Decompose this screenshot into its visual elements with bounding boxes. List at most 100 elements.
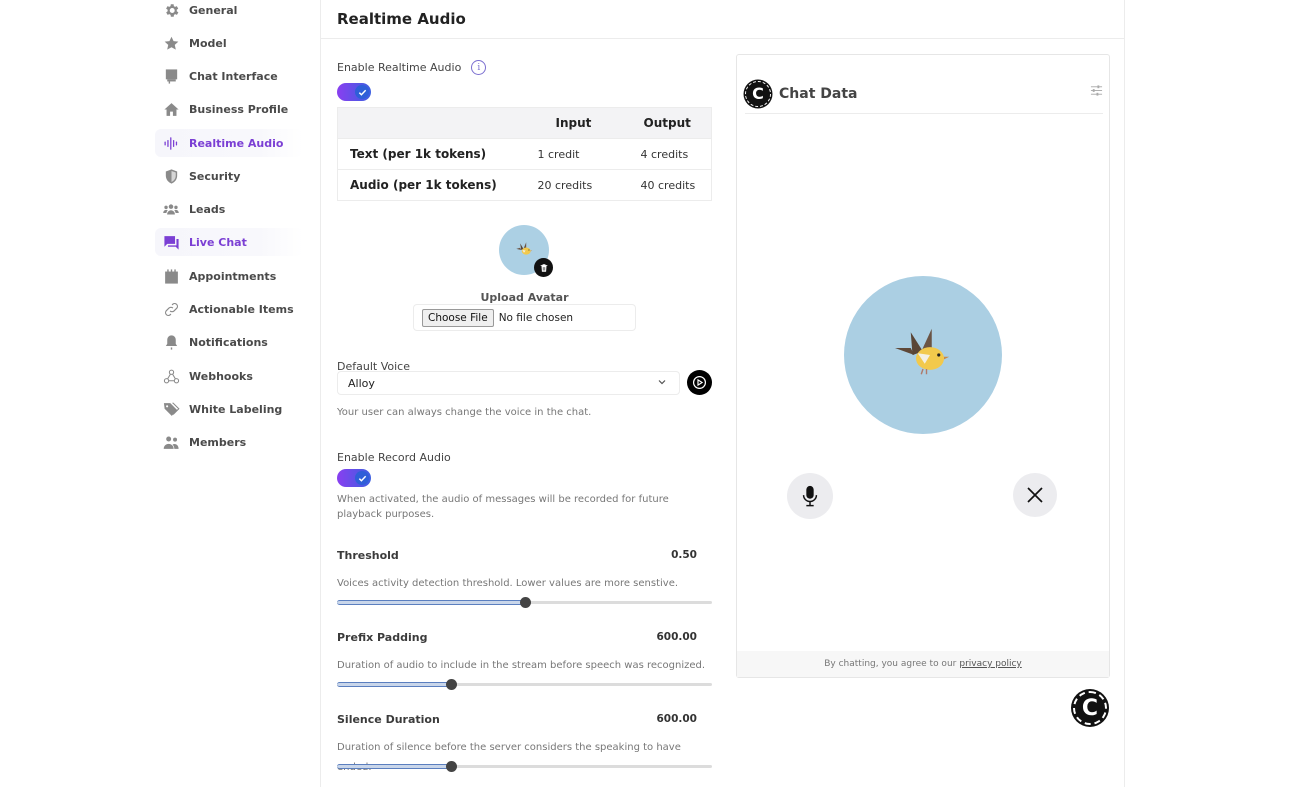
pricing-table: Input Output Text (per 1k tokens) 1 cred… [337, 107, 712, 201]
bird-icon [516, 242, 533, 255]
threshold-slider[interactable] [337, 596, 712, 608]
table-row: Audio (per 1k tokens) 20 credits 40 cred… [337, 169, 712, 201]
threshold-help: Voices activity detection threshold. Low… [337, 578, 679, 589]
sidebar-item-chat-interface[interactable]: Chat Interface [155, 62, 303, 90]
prefix-padding-row: Prefix Padding 600.00 [337, 631, 697, 644]
sidebar-item-appointments[interactable]: Appointments [155, 262, 303, 290]
sidebar-item-notifications[interactable]: Notifications [155, 328, 303, 356]
check-icon [355, 471, 369, 485]
sidebar-item-label: Leads [189, 202, 226, 216]
table-row: Text (per 1k tokens) 1 credit 4 credits [337, 138, 712, 170]
chat-title: Chat Data [779, 85, 858, 102]
webhook-icon [162, 367, 180, 385]
trash-icon [540, 263, 547, 272]
sidebar-item-leads[interactable]: Leads [155, 195, 303, 223]
users-icon [162, 200, 180, 218]
sidebar-item-label: Members [189, 435, 247, 449]
sidebar-item-label: Business Profile [189, 102, 289, 116]
threshold-label: Threshold [337, 549, 399, 562]
chat-preview-card: C Chat Data By chatting, you agree to ou… [736, 54, 1110, 678]
default-voice-select[interactable]: Alloy [337, 371, 680, 395]
enable-realtime-audio-label: Enable Realtime Audio [337, 61, 462, 74]
enable-record-audio-toggle[interactable] [337, 469, 371, 487]
slider-thumb[interactable] [446, 761, 458, 772]
link-icon [162, 300, 180, 318]
privacy-policy-link[interactable]: privacy policy [959, 659, 1021, 669]
avatar-file-input[interactable]: Choose File No file chosen [413, 304, 636, 331]
silence-duration-value: 600.00 [656, 713, 697, 725]
prefix-padding-help: Duration of audio to include in the stre… [337, 660, 706, 671]
sidebar-item-live-chat[interactable]: Live Chat [155, 228, 303, 256]
record-audio-help: When activated, the audio of messages wi… [337, 494, 669, 520]
page: General Model Chat Interface Business Pr… [0, 0, 1299, 787]
slider-fill [337, 682, 452, 687]
members-icon [162, 433, 180, 451]
sidebar-item-general[interactable]: General [155, 0, 303, 24]
sidebar-item-security[interactable]: Security [155, 162, 303, 190]
output-price: 40 credits [623, 169, 712, 201]
sidebar-item-label: Live Chat [189, 235, 247, 249]
row-name: Audio (per 1k tokens) [337, 169, 516, 201]
sidebar-item-label: Security [189, 169, 241, 183]
silence-duration-slider[interactable] [337, 760, 712, 772]
chat-footer: By chatting, you agree to our privacy po… [737, 651, 1109, 677]
page-title: Realtime Audio [337, 10, 466, 28]
chat-launcher-button[interactable]: C [1073, 691, 1107, 725]
panel-header: Realtime Audio [321, 0, 1124, 39]
sidebar-item-business-profile[interactable]: Business Profile [155, 95, 303, 123]
prefix-padding-slider[interactable] [337, 678, 712, 690]
star-icon [162, 34, 180, 52]
selected-voice: Alloy [348, 376, 375, 390]
sidebar-item-label: General [189, 3, 238, 17]
close-icon [1027, 487, 1043, 503]
sidebar-item-label: Appointments [189, 269, 277, 283]
column-header-input: Input [515, 107, 624, 139]
silence-duration-row: Silence Duration 600.00 [337, 713, 697, 726]
info-icon[interactable]: i [471, 60, 487, 75]
play-voice-button[interactable] [687, 370, 712, 395]
file-status: No file chosen [498, 311, 574, 324]
sidebar-item-white-labeling[interactable]: White Labeling [155, 395, 303, 423]
prefix-padding-value: 600.00 [656, 631, 697, 643]
slider-thumb[interactable] [446, 679, 458, 690]
microphone-icon [802, 485, 818, 507]
calendar-icon [162, 267, 180, 285]
enable-record-audio-label: Enable Record Audio [337, 451, 451, 464]
enable-realtime-audio-toggle[interactable] [337, 83, 371, 101]
slider-thumb[interactable] [519, 597, 531, 608]
footer-text: By chatting, you agree to our [824, 659, 957, 669]
check-icon [355, 85, 369, 99]
sidebar-item-label: Actionable Items [189, 302, 294, 316]
home-icon [162, 100, 180, 118]
chat-header: C Chat Data [745, 74, 1103, 114]
shield-icon [162, 167, 180, 185]
output-price: 4 credits [623, 138, 712, 170]
play-icon [692, 375, 707, 390]
realtime-audio-panel: Realtime Audio Enable Realtime Audio i I… [320, 0, 1125, 787]
delete-avatar-button[interactable] [534, 258, 553, 277]
monitor-icon [162, 67, 180, 85]
sidebar-item-label: Realtime Audio [189, 136, 284, 150]
bird-icon [895, 328, 950, 375]
close-call-button[interactable] [1013, 473, 1057, 517]
sidebar-item-webhooks[interactable]: Webhooks [155, 362, 303, 390]
sidebar-item-label: Model [189, 36, 227, 50]
input-price: 20 credits [515, 169, 624, 201]
sidebar-item-realtime-audio[interactable]: Realtime Audio [155, 129, 303, 157]
settings-sliders-icon[interactable] [1090, 82, 1103, 101]
slider-fill [337, 764, 452, 769]
input-price: 1 credit [515, 138, 624, 170]
prefix-padding-label: Prefix Padding [337, 631, 428, 644]
sidebar-item-members[interactable]: Members [155, 428, 303, 456]
row-name: Text (per 1k tokens) [337, 138, 516, 170]
slider-fill [337, 600, 525, 605]
sidebar-item-label: Chat Interface [189, 69, 278, 83]
tag-icon [162, 400, 180, 418]
choose-file-button[interactable]: Choose File [422, 308, 494, 327]
sidebar-item-model[interactable]: Model [155, 29, 303, 57]
sidebar-item-label: Webhooks [189, 369, 253, 383]
sidebar-item-actionable-items[interactable]: Actionable Items [155, 295, 303, 323]
threshold-value: 0.50 [671, 549, 697, 561]
chat-logo-icon: C [745, 80, 771, 107]
microphone-button[interactable] [787, 473, 833, 519]
